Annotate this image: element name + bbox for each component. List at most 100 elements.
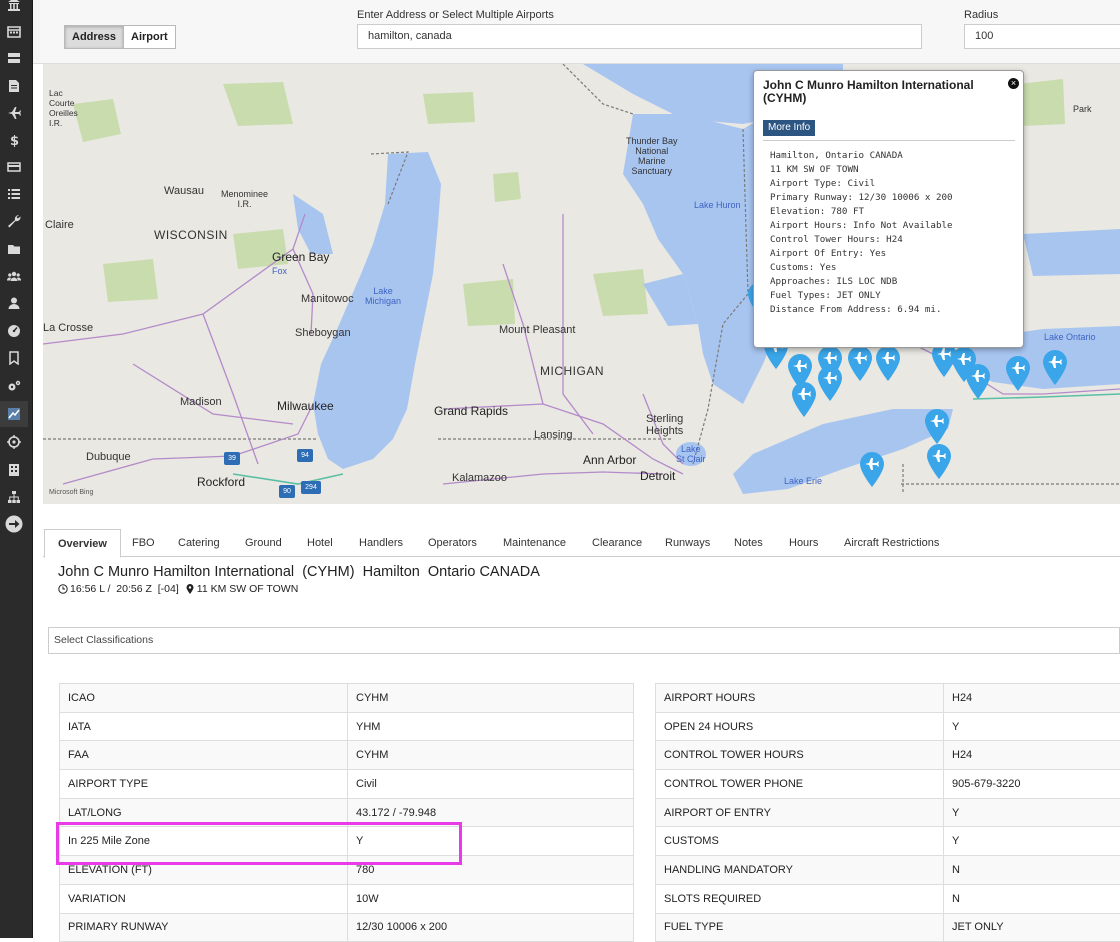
airport-subinfo: 16:56 L / 20:56 Z [-04] 11 KM SW OF TOWN: [58, 583, 298, 595]
shield-94: 94: [297, 449, 313, 462]
airport-time: 16:56 L / 20:56 Z [-04]: [70, 583, 179, 595]
tab-clearance[interactable]: Clearance: [592, 529, 642, 557]
airport-pin[interactable]: [926, 444, 952, 480]
row-key: OPEN 24 HOURS: [656, 712, 944, 741]
airport-pin[interactable]: [875, 346, 901, 382]
search-mode-toggle: Address Airport: [64, 25, 176, 49]
row-key: ICAO: [60, 684, 348, 713]
label-detroit: Detroit: [640, 469, 675, 483]
popup-line: Hamilton, Ontario CANADA: [770, 149, 953, 163]
radius-input[interactable]: 100: [964, 24, 1120, 49]
table-row: SLOTS REQUIREDN: [656, 884, 1120, 913]
label-kalamazoo: Kalamazoo: [452, 472, 507, 484]
settings-icon[interactable]: [0, 373, 28, 399]
tab-runways[interactable]: Runways: [665, 529, 710, 557]
highlight-box: [56, 822, 462, 865]
label-lansing: Lansing: [534, 429, 573, 441]
label-green-bay: Green Bay: [272, 250, 329, 264]
user-icon[interactable]: [0, 290, 28, 316]
document-icon[interactable]: [0, 73, 28, 99]
tab-ground[interactable]: Ground: [245, 529, 282, 557]
label-grand-rapids: Grand Rapids: [434, 404, 508, 418]
row-key: PRIMARY RUNWAY: [60, 913, 348, 942]
label-lake-huron: Lake Huron: [694, 200, 741, 210]
plane-icon[interactable]: [0, 100, 28, 126]
popup-line: Primary Runway: 12/30 10006 x 200: [770, 191, 953, 205]
card-icon[interactable]: [0, 154, 28, 180]
tab-aircraft-restrictions[interactable]: Aircraft Restrictions: [844, 529, 939, 557]
tab-fbo[interactable]: FBO: [132, 529, 155, 557]
folder-icon[interactable]: [0, 236, 28, 262]
list-icon[interactable]: [0, 181, 28, 207]
airport-pin[interactable]: [924, 409, 950, 445]
label-manitowoc: Manitowoc: [301, 293, 354, 305]
org-icon[interactable]: [0, 484, 28, 510]
bookmark-icon[interactable]: [0, 345, 28, 371]
address-label: Enter Address or Select Multiple Airport…: [357, 9, 554, 21]
label-ann-arbor: Ann Arbor: [583, 453, 636, 467]
address-mode-button[interactable]: Address: [64, 25, 124, 49]
airport-pin[interactable]: [859, 452, 885, 488]
bank-icon[interactable]: [0, 0, 28, 17]
chart-icon[interactable]: [0, 401, 28, 427]
tab-maintenance[interactable]: Maintenance: [503, 529, 566, 557]
table-row: CONTROL TOWER PHONE905-679-3220: [656, 770, 1120, 799]
popup-line: Control Tower Hours: H24: [770, 233, 953, 247]
airport-pin[interactable]: [847, 346, 873, 382]
tab-notes[interactable]: Notes: [734, 529, 763, 557]
row-value: 10W: [348, 884, 634, 913]
airport-pin[interactable]: [1042, 350, 1068, 386]
table-row: CONTROL TOWER HOURSH24: [656, 741, 1120, 770]
popup-line: Airport Of Entry: Yes: [770, 247, 953, 261]
row-value: Y: [944, 798, 1120, 827]
popup-divider: [763, 140, 1015, 141]
label-lake-erie: Lake Erie: [784, 476, 822, 486]
row-value: Y: [944, 827, 1120, 856]
label-dubuque: Dubuque: [86, 451, 131, 463]
shield-294: 294: [301, 481, 321, 494]
popup-line: Fuel Types: JET ONLY: [770, 289, 953, 303]
tab-hours[interactable]: Hours: [789, 529, 818, 557]
bing-logo: Microsoft Bing: [49, 489, 93, 496]
label-sheboygan: Sheboygan: [295, 327, 351, 339]
server-icon[interactable]: [0, 45, 28, 71]
airport-pin[interactable]: [817, 366, 843, 402]
row-value: 12/30 10006 x 200: [348, 913, 634, 942]
dollar-icon[interactable]: $: [0, 127, 28, 153]
close-icon[interactable]: ×: [1008, 78, 1019, 89]
table-row: VARIATION10W: [60, 884, 634, 913]
calendar-icon[interactable]: [0, 18, 28, 44]
tab-hotel[interactable]: Hotel: [307, 529, 333, 557]
row-value: JET ONLY: [944, 913, 1120, 942]
airport-pin[interactable]: [965, 364, 991, 400]
label-claire: Claire: [45, 219, 74, 231]
popup-line: Airport Hours: Info Not Available: [770, 219, 953, 233]
gauge-icon[interactable]: [0, 318, 28, 344]
table-row: OPEN 24 HOURSY: [656, 712, 1120, 741]
wrench-icon[interactable]: [0, 208, 28, 234]
detail-tabs: Overview FBO Catering Ground Hotel Handl…: [43, 529, 1120, 557]
building-icon[interactable]: [0, 457, 28, 483]
tab-overview[interactable]: Overview: [44, 529, 121, 558]
row-value: N: [944, 884, 1120, 913]
airport-pin[interactable]: [1005, 356, 1031, 392]
table-row: IATAYHM: [60, 712, 634, 741]
left-nav-rail: $: [0, 0, 33, 938]
group-icon[interactable]: [0, 263, 28, 289]
classification-select[interactable]: Select Classifications: [48, 627, 1120, 654]
row-value: YHM: [348, 712, 634, 741]
more-info-button[interactable]: More Info: [763, 120, 815, 136]
arrow-right-icon[interactable]: [0, 511, 28, 537]
tab-catering[interactable]: Catering: [178, 529, 220, 557]
tab-operators[interactable]: Operators: [428, 529, 477, 557]
label-mount-pleasant: Mount Pleasant: [499, 324, 575, 336]
target-icon[interactable]: [0, 429, 28, 455]
tab-handlers[interactable]: Handlers: [359, 529, 403, 557]
address-input[interactable]: hamilton, canada: [357, 24, 922, 49]
row-key: HANDLING MANDATORY: [656, 856, 944, 885]
label-milwaukee: Milwaukee: [277, 399, 334, 413]
airport-mode-button[interactable]: Airport: [124, 25, 176, 49]
airport-pin[interactable]: [791, 382, 817, 418]
label-sterling-heights: Sterling Heights: [646, 413, 683, 437]
airport-title: John C Munro Hamilton International (CYH…: [58, 564, 540, 580]
